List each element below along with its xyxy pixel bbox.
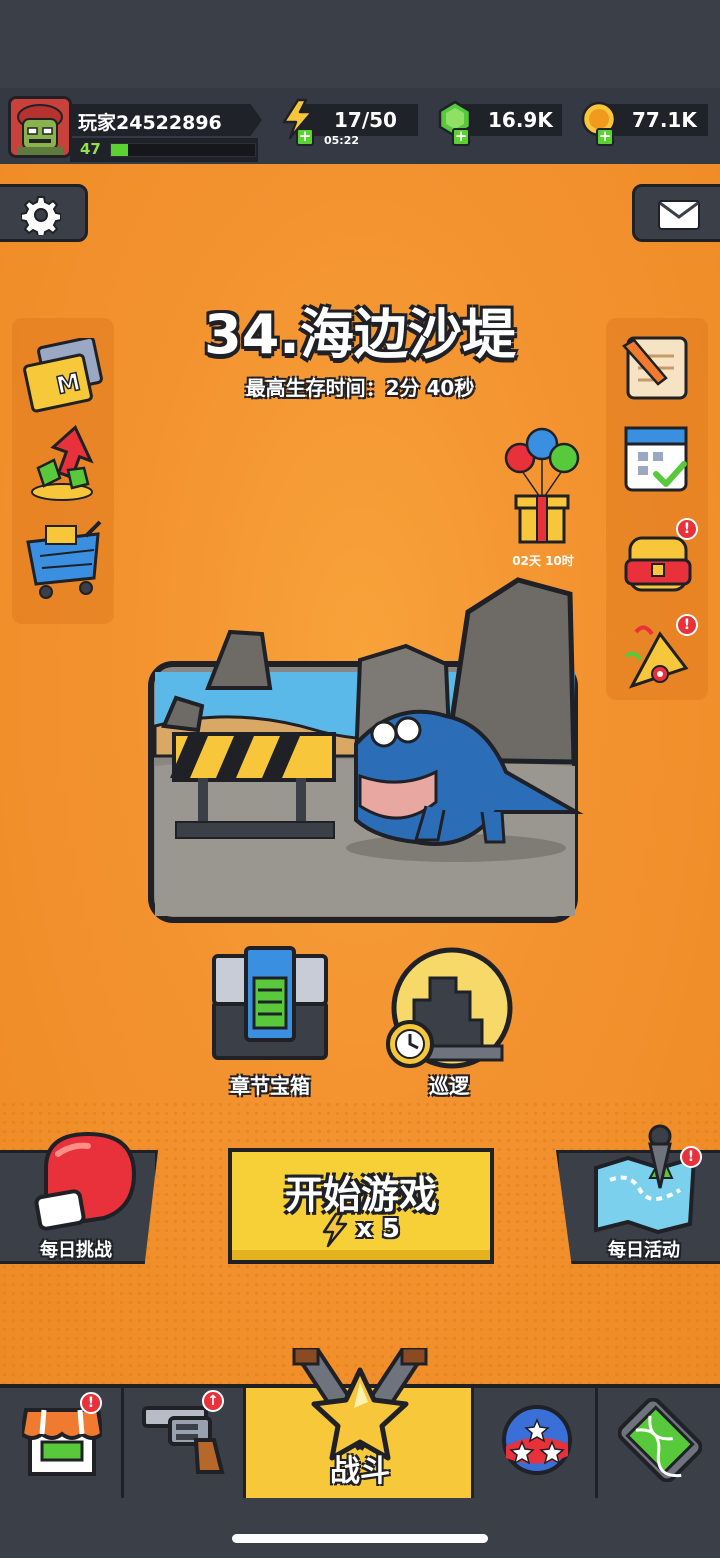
daily-activity-label: 每日活动 [608,1240,680,1261]
daily-checkin-calendar-icon[interactable] [622,420,692,494]
patrol-label: 巡逻 [429,1074,469,1098]
chapter-chest-icon[interactable] [208,944,332,1064]
stage-artwork[interactable] [146,576,586,928]
equipment-upgrade-badge: ↑ [202,1390,224,1412]
gift-countdown: 02天 10时 [512,554,574,568]
player-level: 47 [80,140,101,158]
mail-icon [658,200,700,230]
daily-challenge-label: 每日挑战 [40,1240,112,1261]
patrol-icon[interactable] [384,942,516,1072]
growth-fund-icon[interactable] [22,424,102,504]
game-screen: 玩家24522896 47 + 17/50 05:22 + 16.9K + 77… [0,0,720,1558]
add-energy-button[interactable]: + [296,128,314,146]
balloon-gift-icon[interactable] [500,424,586,548]
player-name: 玩家24522896 [78,112,222,134]
battle-tab-label: 战斗 [330,1454,390,1489]
dna-evolution-icon [618,1398,702,1482]
add-coins-button[interactable]: + [596,128,614,146]
talent-orb-icon [502,1405,572,1475]
shop-alert-badge: ! [80,1392,102,1414]
energy-timer: 05:22 [324,134,360,147]
best-survival-time: 最高生存时间：2分 40秒 [245,376,475,400]
treasure-map-icon [594,1124,697,1235]
start-energy-cost: x 5 [356,1214,400,1244]
status-bar [0,0,720,88]
boxing-glove-icon [34,1131,137,1231]
gems-value: 16.9K [488,108,553,132]
event-alert-badge: ! [676,614,698,636]
revolver-weapon-icon [142,1406,225,1474]
stage-title: 34.海边沙堤 [204,303,516,366]
player-avatar[interactable] [8,96,72,158]
chapter-chest-label: 章节宝箱 [230,1074,310,1098]
home-indicator-area [0,1498,720,1558]
add-gems-button[interactable]: + [452,128,470,146]
xp-progress-bar [110,143,256,157]
energy-cost-icon [322,1212,348,1248]
coins-value: 77.1K [632,108,697,132]
gear-icon [21,196,61,235]
zombie-soldier-icon [11,99,69,155]
xp-progress-fill [111,144,129,156]
home-indicator[interactable] [232,1534,488,1543]
mail-button[interactable] [632,184,720,242]
shop-cart-icon[interactable] [20,514,106,602]
backpack-alert-badge: ! [676,518,698,540]
settings-button[interactable] [0,184,88,242]
daily-activity-alert-badge: ! [680,1146,702,1168]
energy-value: 17/50 [334,108,397,132]
start-game-label: 开始游戏 [284,1173,437,1217]
